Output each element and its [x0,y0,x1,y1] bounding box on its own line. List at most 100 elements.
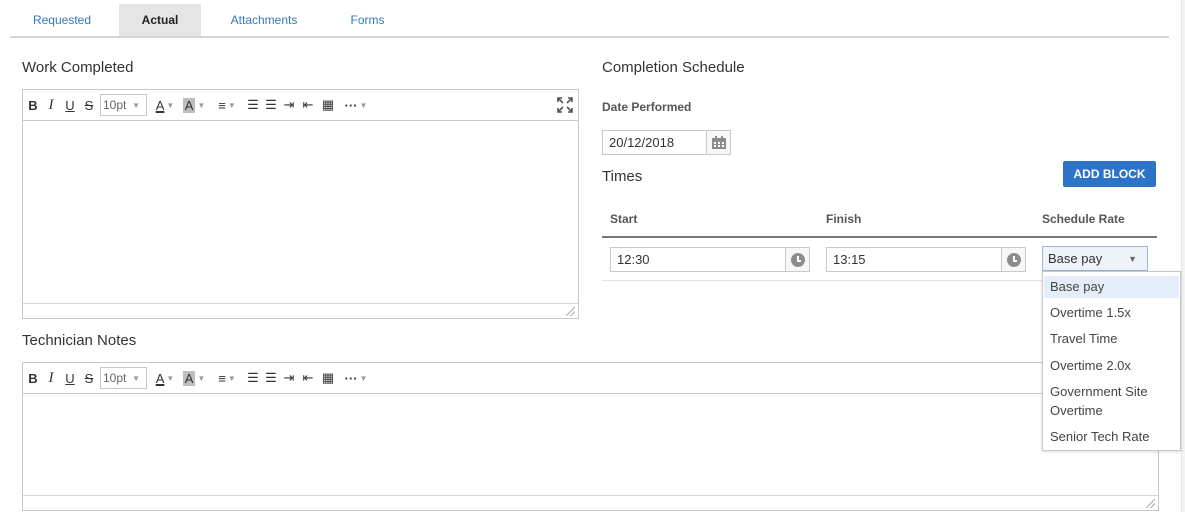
rate-option-senior-tech-rate[interactable]: Senior Tech Rate [1044,427,1179,446]
strikethrough-button[interactable]: S [82,368,96,388]
calendar-button[interactable] [706,131,730,154]
finish-time-picker-button[interactable] [1001,248,1025,271]
bullet-list-icon: ☰ [247,370,259,385]
column-header-finish: Finish [826,212,862,226]
underline-button[interactable]: U [63,368,77,388]
rate-option-overtime-1-5x[interactable]: Overtime 1.5x [1044,303,1179,322]
chevron-down-icon: ▼ [166,100,175,110]
start-time-picker-button[interactable] [785,248,809,271]
chevron-down-icon: ▼ [359,373,368,383]
font-size-select[interactable]: 10pt ▼ [100,367,147,389]
chevron-down-icon: ▼ [227,100,236,110]
schedule-rate-dropdown: Base pay Overtime 1.5x Travel Time Overt… [1042,271,1181,451]
strikethrough-button[interactable]: S [82,95,96,115]
more-button[interactable]: ··· ▼ [341,368,371,388]
underline-button[interactable]: U [63,95,77,115]
date-performed-value: 20/12/2018 [609,135,675,150]
resize-grip-icon[interactable] [1146,499,1155,508]
rate-option-travel-time[interactable]: Travel Time [1044,329,1179,348]
numbered-list-icon: ☰ [265,97,277,112]
editor-statusbar [23,303,578,318]
resize-grip-icon[interactable] [566,307,575,316]
technician-notes-title: Technician Notes [22,332,137,349]
more-icon: ··· [344,97,358,113]
align-button[interactable]: ≡ ▼ [213,368,241,388]
editor-toolbar: B I U S 10pt ▼ A ▼ A ▼ ≡ ▼ ☰ ☰ ⇥ ⇤ ▦ ··· ▼ [23,363,1158,394]
rate-option-overtime-2-0x[interactable]: Overtime 2.0x [1044,356,1179,375]
bold-button[interactable]: B [26,368,40,388]
font-size-select[interactable]: 10pt ▼ [100,94,147,116]
more-button[interactable]: ··· ▼ [341,95,371,115]
text-color-icon: A [155,370,165,386]
chevron-down-icon: ▼ [132,373,140,383]
outdent-icon: ⇤ [302,97,314,112]
bullet-list-icon: ☰ [247,97,259,112]
finish-time-field[interactable]: 13:15 [826,247,1026,272]
completion-schedule-title: Completion Schedule [602,59,745,76]
tab-attachments[interactable]: Attachments [215,4,313,36]
column-header-schedule-rate: Schedule Rate [1042,212,1125,226]
finish-time-value: 13:15 [833,252,866,267]
tab-actual[interactable]: Actual [119,4,201,36]
indent-button[interactable]: ⇥ [281,95,297,115]
page-scrollbar[interactable] [1181,0,1185,512]
indent-button[interactable]: ⇥ [281,368,297,388]
highlight-icon: A [182,370,196,386]
outdent-icon: ⇤ [302,370,314,385]
align-button[interactable]: ≡ ▼ [213,95,241,115]
numbered-list-button[interactable]: ☰ [263,368,279,388]
highlight-icon: A [182,97,196,113]
tab-requested[interactable]: Requested [10,4,114,36]
tab-forms[interactable]: Forms [330,4,405,36]
font-size-value: 10pt [103,98,127,112]
chevron-down-icon: ▼ [132,100,140,110]
outdent-button[interactable]: ⇤ [300,368,316,388]
background-color-button[interactable]: A ▼ [179,95,209,115]
table-button[interactable]: ▦ [320,368,336,388]
technician-notes-editor[interactable]: B I U S 10pt ▼ A ▼ A ▼ ≡ ▼ ☰ ☰ ⇥ ⇤ ▦ ··· ▼ [22,362,1159,511]
outdent-button[interactable]: ⇤ [300,95,316,115]
bullet-list-button[interactable]: ☰ [245,95,261,115]
table-button[interactable]: ▦ [320,95,336,115]
align-left-icon: ≡ [218,97,226,113]
column-header-start: Start [610,212,638,226]
numbered-list-icon: ☰ [265,370,277,385]
table-icon: ▦ [321,97,335,112]
italic-button[interactable]: I [44,95,58,115]
table-header-divider [602,236,1157,238]
font-size-value: 10pt [103,371,127,385]
text-color-button[interactable]: A ▼ [151,368,179,388]
date-performed-field[interactable]: 20/12/2018 [602,130,731,155]
chevron-down-icon: ▼ [197,100,206,110]
chevron-down-icon: ▼ [359,100,368,110]
italic-button[interactable]: I [44,368,58,388]
align-left-icon: ≡ [218,370,226,386]
fullscreen-button[interactable] [556,95,574,115]
work-completed-editor[interactable]: B I U S 10pt ▼ A ▼ A ▼ ≡ ▼ ☰ ☰ ⇥ ⇤ ▦ ··· ▼ [22,89,579,319]
times-title: Times [602,168,643,185]
chevron-down-icon: ▼ [166,373,175,383]
bullet-list-button[interactable]: ☰ [245,368,261,388]
chevron-down-icon: ▼ [197,373,206,383]
add-block-button[interactable]: ADD BLOCK [1063,161,1156,187]
numbered-list-button[interactable]: ☰ [263,95,279,115]
bold-button[interactable]: B [26,95,40,115]
background-color-button[interactable]: A ▼ [179,368,209,388]
more-icon: ··· [344,370,358,386]
start-time-field[interactable]: 12:30 [610,247,810,272]
fullscreen-icon [557,97,573,113]
tab-bar: Requested Actual Attachments Forms [10,4,1169,38]
editor-statusbar [23,495,1158,510]
calendar-icon [711,135,726,149]
rate-option-base-pay[interactable]: Base pay [1044,276,1179,298]
schedule-rate-value: Base pay [1048,251,1103,266]
chevron-down-icon: ▼ [1128,253,1137,264]
indent-icon: ⇥ [283,97,295,112]
date-performed-label: Date Performed [602,100,692,114]
text-color-button[interactable]: A ▼ [151,95,179,115]
schedule-rate-select[interactable]: Base pay ▼ [1042,246,1148,271]
text-color-icon: A [155,97,165,113]
chevron-down-icon: ▼ [227,373,236,383]
table-row-divider [602,280,1042,281]
rate-option-government-site-overtime[interactable]: Government Site Overtime [1044,382,1154,420]
